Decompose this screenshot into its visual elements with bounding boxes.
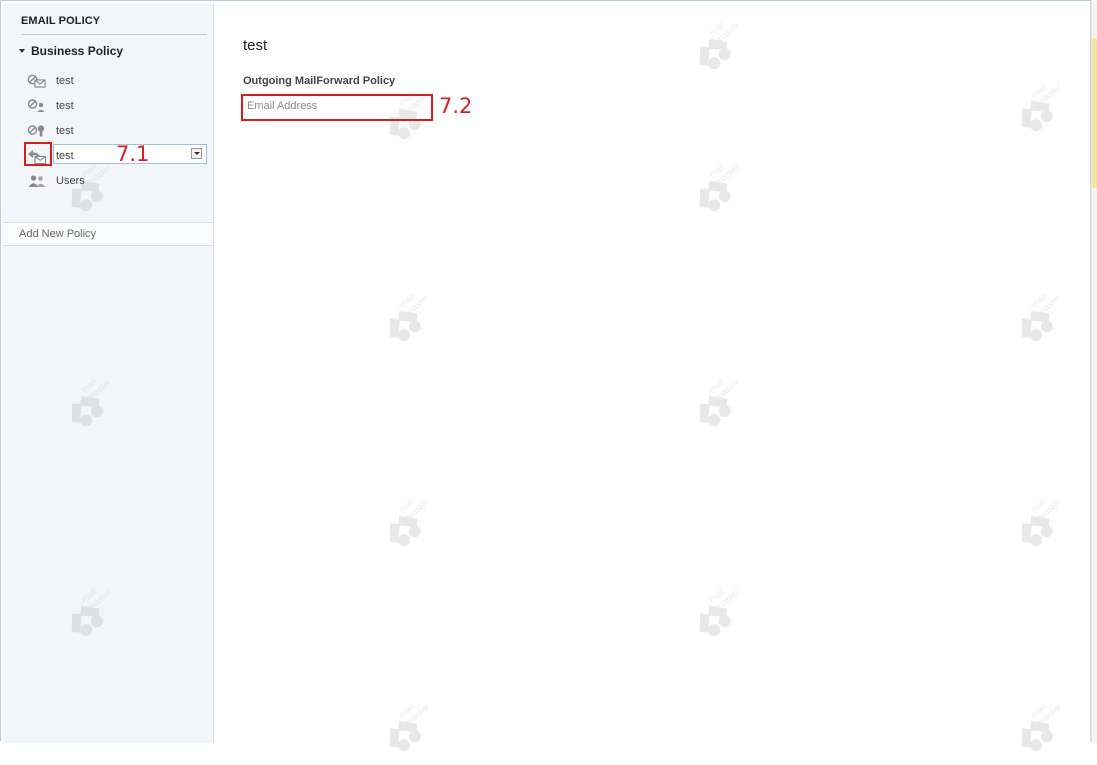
caret-down-icon[interactable] (19, 49, 25, 53)
sidebar-item-test-mailforward[interactable]: test (27, 144, 207, 167)
mail-block-icon (27, 73, 47, 89)
mail-key-icon (27, 123, 47, 139)
page-title: test (243, 37, 268, 54)
sidebar-item-label: test (56, 150, 74, 162)
sidebar: EMAIL POLICY Business Policy test test t… (3, 3, 214, 743)
sidebar-item-test-3[interactable]: test (27, 120, 74, 142)
sidebar-item-label: test (56, 75, 74, 87)
sidebar-item-label: test (56, 125, 74, 137)
business-policy-group[interactable]: Business Policy (19, 44, 123, 58)
sidebar-header: EMAIL POLICY (21, 15, 207, 35)
vertical-scrollbar[interactable] (1091, 0, 1097, 743)
chevron-down-icon (193, 152, 200, 155)
dropdown-arrow-button[interactable] (191, 148, 202, 159)
annotation-label-7-1: 7.1 (116, 142, 150, 166)
scrollbar-thumb[interactable] (1092, 38, 1097, 188)
sidebar-item-users[interactable]: Users (27, 170, 85, 192)
users-icon (27, 173, 47, 189)
group-label: Business Policy (31, 44, 124, 58)
section-label: Outgoing MailForward Policy (243, 75, 396, 87)
mail-forward-icon (27, 148, 47, 164)
add-new-policy-link[interactable]: Add New Policy (3, 222, 213, 246)
email-address-input[interactable] (243, 95, 429, 117)
sidebar-item-label: Users (56, 175, 85, 187)
mail-user-icon (27, 98, 47, 114)
annotation-label-7-2: 7.2 (439, 94, 473, 118)
sidebar-item-test-2[interactable]: test (27, 95, 74, 117)
sidebar-item-test-1[interactable]: test (27, 70, 74, 92)
sidebar-item-label: test (56, 100, 74, 112)
